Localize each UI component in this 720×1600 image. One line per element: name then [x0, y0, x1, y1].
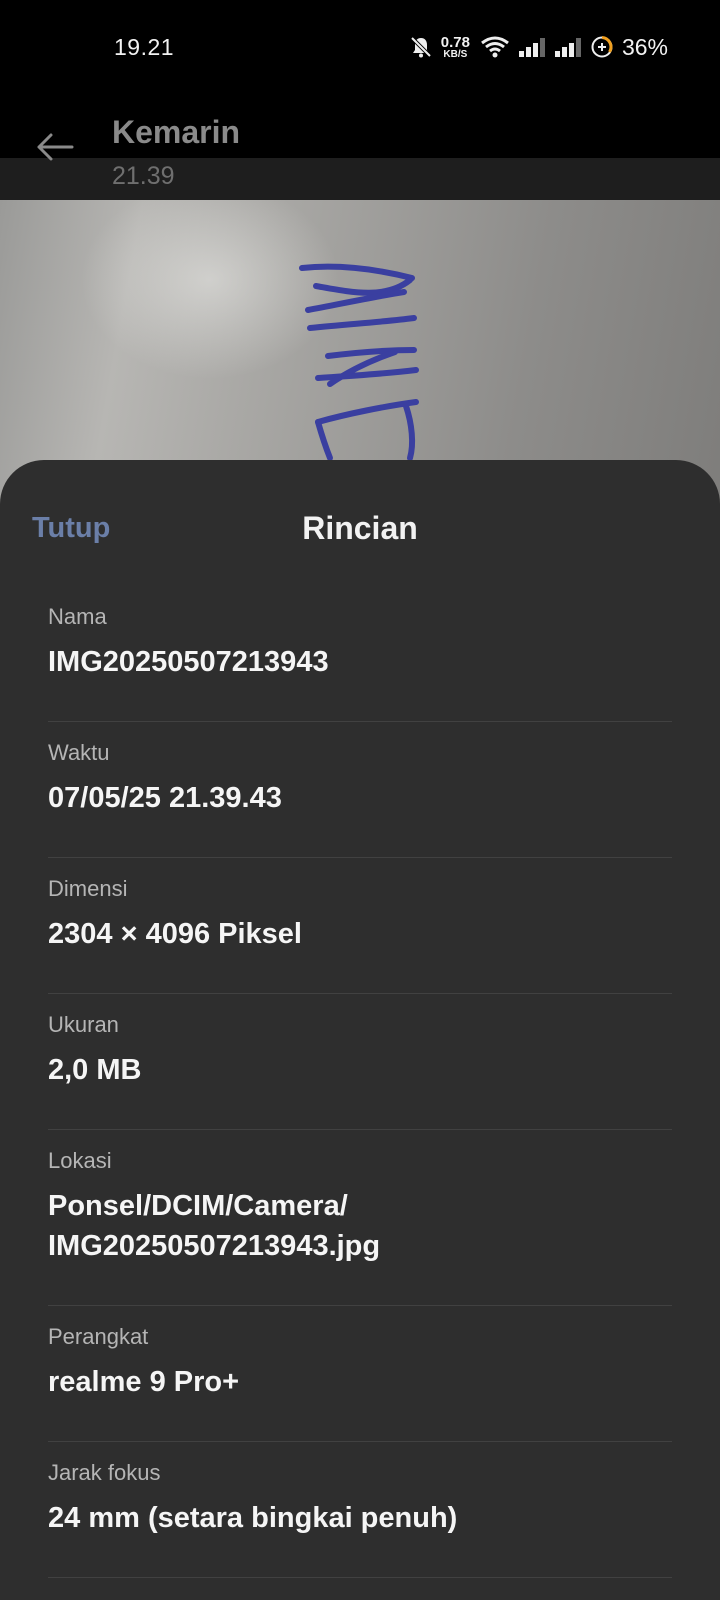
- battery-percent: 36%: [621, 33, 668, 60]
- detail-label: Nama: [48, 604, 107, 629]
- detail-label: Perangkat: [48, 1324, 149, 1349]
- detail-label: Jarak fokus: [48, 1460, 161, 1485]
- detail-value: 07/05/25 21.39.43: [48, 782, 282, 814]
- detail-value: 24 mm (setara bingkai penuh): [48, 1502, 458, 1534]
- page-subtitle: 21.39: [112, 162, 175, 190]
- close-button[interactable]: Tutup: [32, 512, 110, 545]
- details-sheet: Rincian Tutup Nama IMG20250507213943 Wak…: [0, 460, 720, 1600]
- detail-label: Lokasi: [48, 1148, 112, 1173]
- detail-row-dimension: Dimensi 2304 × 4096 Piksel: [48, 858, 672, 994]
- detail-label: Dimensi: [48, 876, 128, 901]
- network-speed: 0.78 KB/S: [440, 33, 470, 60]
- detail-value: Ponsel/DCIM/Camera/ IMG20250507213943.jp…: [48, 1190, 381, 1262]
- arrow-left-icon[interactable]: [34, 130, 76, 164]
- battery-saver-icon: [591, 36, 613, 58]
- detail-row-name: Nama IMG20250507213943: [48, 586, 672, 722]
- detail-value: 2304 × 4096 Piksel: [48, 918, 302, 950]
- detail-label: Waktu: [48, 740, 110, 765]
- detail-value: realme 9 Pro+: [48, 1366, 240, 1398]
- detail-value: 2,0 MB: [48, 1054, 142, 1086]
- wifi-icon: [481, 36, 509, 58]
- detail-row-location: Lokasi Ponsel/DCIM/Camera/ IMG2025050721…: [48, 1130, 672, 1306]
- status-time: 19.21: [114, 34, 175, 60]
- signal-icon: [518, 38, 545, 57]
- app-bar: Kemarin 21.39: [0, 96, 720, 200]
- detail-row-focal-length: Jarak fokus 24 mm (setara bingkai penuh): [48, 1442, 672, 1578]
- mute-icon: [410, 36, 432, 58]
- detail-value: IMG20250507213943: [48, 646, 329, 678]
- status-icons: 0.78 KB/S 36%: [409, 30, 668, 64]
- detail-row-size: Ukuran 2,0 MB: [48, 994, 672, 1130]
- signal-icon: [554, 38, 581, 57]
- page-title: Kemarin: [112, 114, 241, 150]
- detail-label: Ukuran: [48, 1012, 119, 1037]
- detail-row-device: Perangkat realme 9 Pro+: [48, 1306, 672, 1442]
- details-list: Nama IMG20250507213943 Waktu 07/05/25 21…: [48, 586, 672, 1578]
- detail-row-time: Waktu 07/05/25 21.39.43: [48, 722, 672, 858]
- status-bar: 19.21 0.78 KB/S 36%: [0, 0, 720, 96]
